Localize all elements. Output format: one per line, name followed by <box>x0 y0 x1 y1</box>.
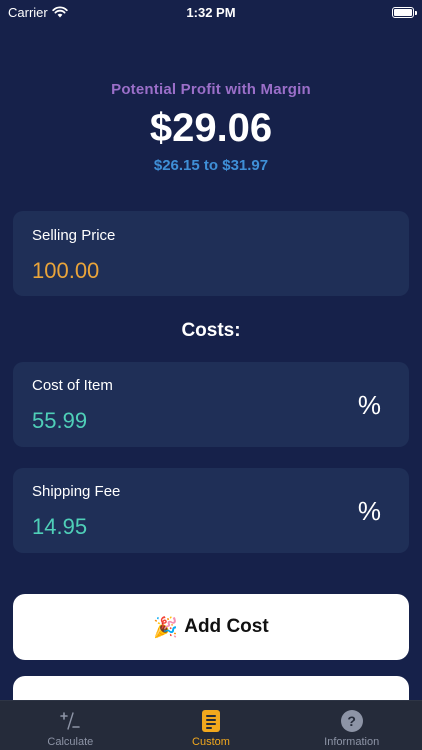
tab-information-label: Information <box>324 736 380 748</box>
selling-price-card[interactable]: Selling Price 100.00 <box>13 211 409 296</box>
battery-fill <box>394 8 412 16</box>
add-cost-button[interactable]: 🎉 Add Cost <box>13 594 409 660</box>
battery-icon <box>392 6 417 18</box>
cost-label: Cost of Item <box>32 377 113 394</box>
cost-value-input[interactable]: 14.95 <box>32 514 87 540</box>
calculator-icon <box>58 709 82 733</box>
profit-value: $29.06 <box>149 106 273 150</box>
profit-range: $26.15 to $31.97 <box>153 157 269 174</box>
cost-card-item[interactable]: Cost of Item 55.99 % <box>13 362 409 447</box>
percent-toggle[interactable]: % <box>358 496 381 527</box>
tab-bar: Calculate Custom ? Information <box>0 700 422 750</box>
tab-information[interactable]: ? Information <box>281 701 422 750</box>
percent-toggle[interactable]: % <box>358 390 381 421</box>
selling-price-label: Selling Price <box>32 227 116 244</box>
party-popper-icon: 🎉 <box>153 616 179 639</box>
profit-label: Potential Profit with Margin <box>111 81 311 98</box>
document-icon <box>202 709 220 733</box>
cost-card-shipping[interactable]: Shipping Fee 14.95 % <box>13 468 409 553</box>
status-bar: Carrier 1:32 PM <box>0 0 422 24</box>
add-cost-label: Add Cost <box>184 616 269 637</box>
tab-custom-label: Custom <box>192 736 230 748</box>
carrier-label: Carrier <box>8 4 48 20</box>
costs-title: Costs: <box>181 320 241 341</box>
wifi-icon <box>52 6 68 18</box>
status-left: Carrier <box>8 5 68 20</box>
cost-value-input[interactable]: 55.99 <box>32 408 87 434</box>
selling-price-input[interactable]: 100.00 <box>32 258 99 284</box>
tab-calculate[interactable]: Calculate <box>0 701 141 750</box>
tab-custom[interactable]: Custom <box>141 701 282 750</box>
question-icon: ? <box>340 709 363 733</box>
tab-calculate-label: Calculate <box>47 736 94 748</box>
cost-label: Shipping Fee <box>32 483 121 500</box>
